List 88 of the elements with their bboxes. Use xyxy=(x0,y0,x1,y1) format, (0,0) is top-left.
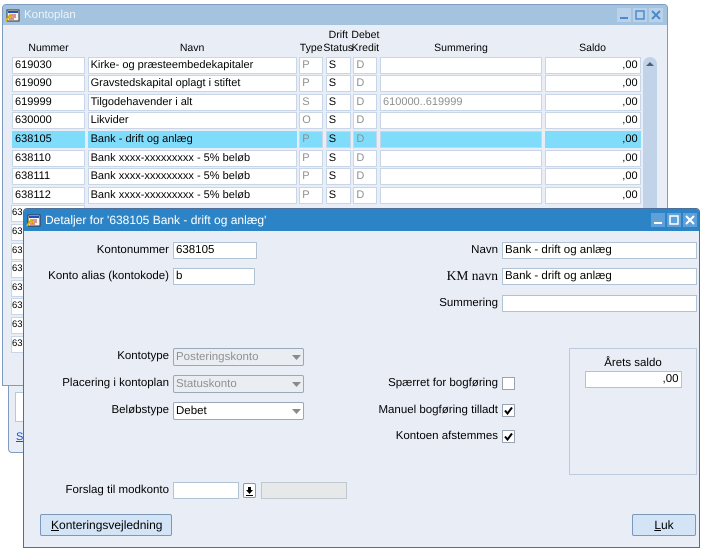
dropdown[interactable]: Debet xyxy=(173,402,304,420)
column-header: Navn xyxy=(178,42,206,55)
summering-cell[interactable] xyxy=(380,168,542,186)
summering-cell[interactable] xyxy=(380,75,542,92)
minimize-icon[interactable] xyxy=(651,213,665,227)
status-cell[interactable]: S xyxy=(326,112,351,130)
account-number-cell[interactable]: 619999 xyxy=(12,94,85,111)
column-header: Type xyxy=(298,42,324,55)
saldo-cell[interactable]: ,00 xyxy=(544,75,641,92)
field-label: Summering xyxy=(438,296,498,311)
field-label: Placering i kontoplan xyxy=(61,376,169,391)
app-icon xyxy=(5,7,21,23)
account-name-cell[interactable]: Bank xxxx-xxxxxxxxx - 5% beløb xyxy=(88,168,297,186)
account-number-cell[interactable]: 638111 xyxy=(12,168,85,186)
down-arrow-icon xyxy=(245,486,254,496)
field-label: Beløbstype xyxy=(110,403,169,418)
saldo-cell[interactable]: ,00 xyxy=(544,186,641,204)
input-field[interactable]: b xyxy=(173,268,255,285)
column-header: Summering xyxy=(433,42,489,55)
dropdown-arrow-icon xyxy=(292,382,301,386)
input-field[interactable]: Bank - drift og anlæg xyxy=(502,242,697,259)
account-number-cell[interactable]: 638112 xyxy=(12,186,85,204)
column-header: Saldo xyxy=(578,42,607,55)
checkbox[interactable] xyxy=(502,404,515,417)
summering-cell[interactable] xyxy=(380,56,542,74)
input-field[interactable]: Bank - drift og anlæg xyxy=(502,268,697,285)
window-title: Kontoplan xyxy=(24,9,76,21)
account-number-cell[interactable]: 619030 xyxy=(12,56,85,74)
saldo-cell[interactable]: ,00 xyxy=(544,94,641,111)
maximize-icon[interactable] xyxy=(667,213,681,227)
status-cell[interactable]: S xyxy=(326,186,351,204)
input-field[interactable] xyxy=(502,295,697,312)
close-icon[interactable] xyxy=(683,213,697,227)
checkbox[interactable] xyxy=(502,377,515,390)
dropdown: Posteringskonto xyxy=(173,348,304,366)
status-cell[interactable]: S xyxy=(326,56,351,74)
account-number-cell[interactable]: 638110 xyxy=(12,150,85,167)
saldo-cell[interactable]: ,00 xyxy=(544,112,641,130)
account-name-cell[interactable]: Bank xxxx-xxxxxxxxx - 5% beløb xyxy=(88,186,297,204)
input-field[interactable]: 638105 xyxy=(173,242,257,259)
window-title: Detaljer for '638105 Bank - drift og anlæg' xyxy=(45,213,266,227)
checkbox-label: Spærret for bogføring xyxy=(387,376,498,391)
input-field[interactable]: ,00 xyxy=(584,371,682,388)
saldo-cell[interactable]: ,00 xyxy=(544,56,641,74)
link[interactable]: S xyxy=(16,431,24,443)
status-cell[interactable]: S xyxy=(326,130,351,148)
close-icon[interactable] xyxy=(649,8,663,22)
close-button[interactable]: Luk xyxy=(632,514,696,536)
field-label: Kontotype xyxy=(116,349,169,364)
panel-title: Årets saldo xyxy=(604,357,662,369)
maximize-icon[interactable] xyxy=(633,8,647,22)
summering-cell[interactable] xyxy=(380,130,542,148)
field-label: Forslag til modkonto xyxy=(64,483,169,498)
status-cell[interactable]: S xyxy=(326,150,351,167)
minimize-icon[interactable] xyxy=(617,8,631,22)
status-cell[interactable]: S xyxy=(326,94,351,111)
account-name-cell[interactable]: Likvider xyxy=(88,112,297,130)
summering-cell[interactable] xyxy=(380,186,542,204)
field-label: KM navn xyxy=(446,268,498,284)
account-name-cell[interactable]: Gravstedskapital oplagt i stiftet xyxy=(88,75,297,92)
account-number-cell[interactable]: 630000 xyxy=(12,112,85,130)
checkbox-label: Kontoen afstemmes xyxy=(394,429,498,444)
field-label: Konto alias (kontokode) xyxy=(47,269,169,284)
account-name-cell[interactable]: Tilgodehavender i alt xyxy=(88,94,297,111)
saldo-cell[interactable]: ,00 xyxy=(544,168,641,186)
dropdown: Statuskonto xyxy=(173,375,304,393)
account-name-cell[interactable]: Bank - drift og anlæg xyxy=(88,130,297,148)
field-label: Kontonummer xyxy=(96,243,169,258)
column-header: Nummer xyxy=(27,42,70,55)
konteringsvejledning-button[interactable]: Konteringsvejledning xyxy=(40,514,172,536)
saldo-cell[interactable]: ,00 xyxy=(544,130,641,148)
account-name-cell[interactable]: Kirke- og præsteembedekapitaler xyxy=(88,56,297,74)
account-number-cell[interactable]: 619090 xyxy=(12,75,85,92)
status-cell[interactable]: S xyxy=(326,75,351,92)
input-field[interactable] xyxy=(173,482,239,499)
status-cell[interactable]: S xyxy=(326,168,351,186)
saldo-cell[interactable]: ,00 xyxy=(544,150,641,167)
account-name-cell[interactable]: Bank xxxx-xxxxxxxxx - 5% beløb xyxy=(88,150,297,167)
checkbox-label: Manuel bogføring tilladt xyxy=(377,403,498,418)
checkbox[interactable] xyxy=(502,430,515,443)
field-label: Navn xyxy=(470,243,498,258)
account-number-cell[interactable]: 638105 xyxy=(12,130,85,148)
app-icon xyxy=(26,212,42,228)
dropdown-arrow-icon xyxy=(292,354,301,360)
dropdown-arrow-icon xyxy=(292,408,301,414)
summering-cell[interactable] xyxy=(380,150,542,167)
summering-cell[interactable] xyxy=(380,112,542,130)
lookup-button[interactable] xyxy=(243,483,256,498)
